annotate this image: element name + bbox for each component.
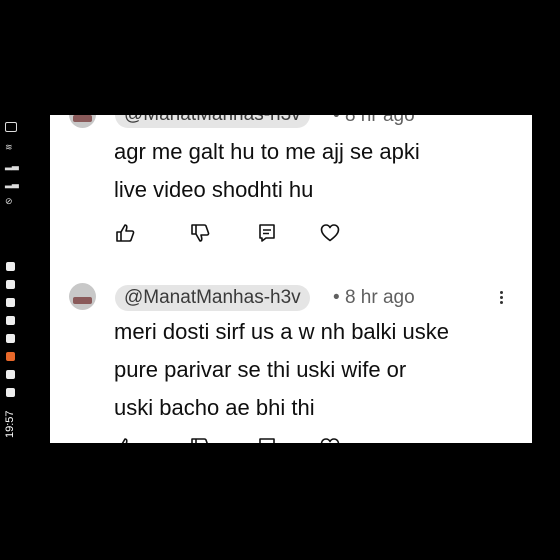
notification-icon [6, 370, 15, 379]
wifi-icon: ≋ [5, 142, 13, 152]
notification-icon [6, 352, 15, 361]
comment-time: • 8 hr ago [333, 287, 415, 308]
author-chip[interactable]: @ManatManhas-h3v [115, 285, 310, 311]
battery-icon [5, 122, 17, 132]
comment-text: agr me galt hu to me ajj se apki live vi… [114, 139, 420, 202]
status-bar: ≋ ▂▃ ▂▃ ⊘ 19:57 [0, 110, 24, 440]
notification-icon [6, 388, 15, 397]
heart-icon[interactable] [320, 437, 340, 443]
avatar[interactable] [69, 283, 96, 310]
notification-icon [6, 334, 15, 343]
author-chip[interactable]: @ManatManhas-h3v [115, 115, 310, 128]
signal-icon: ▂▃ [5, 160, 19, 170]
mute-icon: ⊘ [5, 196, 13, 206]
notification-icon [6, 280, 15, 289]
notification-icon [6, 298, 15, 307]
comments-panel: @ManatManhas-h3v • 8 hr ago agr me galt … [50, 115, 532, 443]
reply-icon[interactable] [257, 437, 277, 443]
status-time: 19:57 [4, 410, 16, 438]
notification-icon [6, 316, 15, 325]
like-icon[interactable] [115, 223, 135, 243]
like-icon[interactable] [115, 437, 135, 443]
comment-time: • 8 hr ago [333, 115, 415, 126]
heart-icon[interactable] [320, 223, 340, 243]
signal-icon-2: ▂▃ [5, 178, 19, 188]
notification-icon [6, 262, 15, 271]
reply-icon[interactable] [257, 223, 277, 243]
avatar[interactable] [69, 115, 96, 128]
dislike-icon[interactable] [190, 223, 210, 243]
comment-text: meri dosti sirf us a w nh balki uske pur… [114, 319, 450, 420]
dislike-icon[interactable] [190, 437, 210, 443]
more-options-icon[interactable] [498, 289, 504, 306]
